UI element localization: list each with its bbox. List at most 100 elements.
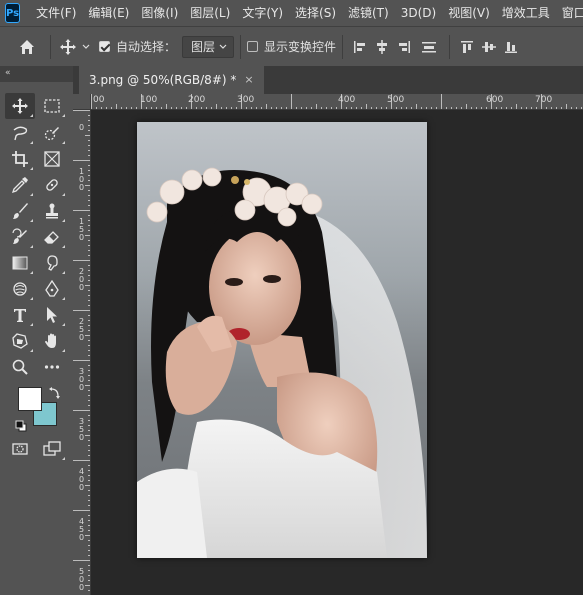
brush-tool-icon <box>13 203 28 219</box>
quick-mask-icon <box>12 443 28 455</box>
hand-tool[interactable] <box>37 328 67 354</box>
double-chevron-icon: « <box>5 68 11 78</box>
ruler-label: 1 0 0 <box>79 167 85 192</box>
dodge-tool[interactable] <box>5 276 35 302</box>
screen-mode-button[interactable] <box>37 436 67 462</box>
separator <box>449 34 451 59</box>
ps-logo: Ps <box>5 3 21 23</box>
align-middle-v-icon[interactable] <box>478 39 500 55</box>
menu-type[interactable]: 文字(Y) <box>236 0 289 26</box>
chevron-down-icon[interactable] <box>79 44 93 50</box>
smudge-tool[interactable] <box>37 250 67 276</box>
history-brush-tool[interactable] <box>5 224 35 250</box>
menu-plugins[interactable]: 增效工具 <box>496 0 556 26</box>
healing-brush-tool[interactable] <box>37 172 67 198</box>
auto-select-toggle[interactable]: 自动选择： <box>99 38 176 55</box>
move-tool-icon <box>12 98 28 114</box>
ruler-label: 700 <box>535 95 553 105</box>
chevron-down-icon <box>219 44 227 49</box>
ruler-label: 2 5 0 <box>79 317 85 342</box>
screen-mode-icon <box>43 441 61 456</box>
photo-bride-portrait <box>137 122 427 558</box>
align-bottom-icon[interactable] <box>500 39 522 55</box>
eyedropper-tool[interactable] <box>5 172 35 198</box>
ruler-label: 4 0 0 <box>79 467 85 492</box>
ruler-label: 400 <box>338 95 356 105</box>
marquee-tool-icon <box>44 99 60 113</box>
menu-3d[interactable]: 3D(D) <box>395 0 442 26</box>
type-tool-icon <box>14 309 26 322</box>
toolbar-collapse-button[interactable]: « <box>0 66 73 82</box>
shape-tool-icon <box>12 333 28 349</box>
quick-mask-button[interactable] <box>5 436 35 462</box>
eraser-tool[interactable] <box>37 224 67 250</box>
brush-tool[interactable] <box>5 198 35 224</box>
show-transform-label: 显示变换控件 <box>264 40 337 54</box>
pen-tool-icon <box>45 280 59 297</box>
ruler-origin[interactable] <box>73 94 91 110</box>
zoom-tool[interactable] <box>5 354 35 380</box>
align-center-h-icon[interactable] <box>371 39 393 55</box>
ruler-label: 1 5 0 <box>79 217 85 242</box>
marquee-tool[interactable] <box>37 93 67 119</box>
distribute-icon[interactable] <box>415 39 443 55</box>
menu-layer[interactable]: 图层(L) <box>184 0 236 26</box>
vertical-ruler[interactable]: 0 1 0 0 1 5 0 2 0 0 2 5 0 3 0 0 3 5 0 4 … <box>73 110 91 595</box>
close-icon[interactable]: × <box>244 66 253 94</box>
eyedropper-icon <box>11 177 28 194</box>
horizontal-ruler[interactable]: 00 100 200 300 400 500 600 700 800 <box>91 94 583 110</box>
menu-file[interactable]: 文件(F) <box>30 0 82 26</box>
foreground-color-swatch[interactable] <box>18 387 42 411</box>
path-select-tool[interactable] <box>37 302 67 328</box>
layer-select-dropdown[interactable]: 图层 <box>182 35 235 58</box>
menu-filter[interactable]: 滤镜(T) <box>342 0 395 26</box>
history-brush-icon <box>12 228 27 244</box>
ruler-label: 0 <box>79 123 85 132</box>
ruler-label: 5 0 0 <box>79 567 85 592</box>
home-icon[interactable] <box>10 38 44 56</box>
ruler-label: 2 0 0 <box>79 267 85 292</box>
align-top-icon[interactable] <box>456 39 478 55</box>
document-tab[interactable]: 3.png @ 50%(RGB/8#) * × <box>79 66 264 94</box>
gradient-tool[interactable] <box>5 250 35 276</box>
move-tool-preset-icon[interactable] <box>57 38 79 56</box>
align-left-icon[interactable] <box>349 39 371 55</box>
menu-window[interactable]: 窗口(W) <box>556 0 583 26</box>
clone-stamp-tool[interactable] <box>37 198 67 224</box>
crop-tool[interactable] <box>5 146 35 172</box>
menu-image[interactable]: 图像(I) <box>135 0 184 26</box>
frame-tool[interactable] <box>37 146 67 172</box>
dodge-tool-icon <box>13 282 27 296</box>
default-colors-icon[interactable] <box>15 417 27 432</box>
separator <box>240 34 242 59</box>
show-transform-checkbox[interactable] <box>247 41 259 52</box>
smudge-tool-icon <box>47 255 58 271</box>
zoom-tool-icon <box>12 359 28 375</box>
menu-view[interactable]: 视图(V) <box>442 0 496 26</box>
show-transform-toggle[interactable]: 显示变换控件 <box>247 38 336 55</box>
ruler-label: 300 <box>237 95 255 105</box>
document-tab-bar: 3.png @ 50%(RGB/8#) * × <box>73 66 583 94</box>
hand-tool-icon <box>45 333 56 348</box>
move-tool[interactable] <box>5 93 35 119</box>
type-tool[interactable] <box>5 302 35 328</box>
document-canvas[interactable] <box>137 122 427 558</box>
shape-tool[interactable] <box>5 328 35 354</box>
eraser-icon <box>44 231 59 244</box>
pen-tool[interactable] <box>37 276 67 302</box>
separator <box>342 34 344 59</box>
menu-edit[interactable]: 编辑(E) <box>82 0 135 26</box>
lasso-tool[interactable] <box>5 120 35 146</box>
ruler-label: 3 5 0 <box>79 417 85 442</box>
ruler-label: 3 0 0 <box>79 367 85 392</box>
healing-brush-icon <box>46 179 58 191</box>
align-right-icon[interactable] <box>393 39 415 55</box>
swap-colors-icon[interactable] <box>48 385 62 399</box>
separator <box>50 34 51 59</box>
document-tab-title: 3.png @ 50%(RGB/8#) * <box>89 73 237 87</box>
quick-select-tool[interactable] <box>37 120 67 146</box>
auto-select-checkbox[interactable] <box>99 41 110 52</box>
more-tools-icon <box>44 365 60 369</box>
more-tools[interactable] <box>37 354 67 380</box>
menu-select[interactable]: 选择(S) <box>289 0 342 26</box>
